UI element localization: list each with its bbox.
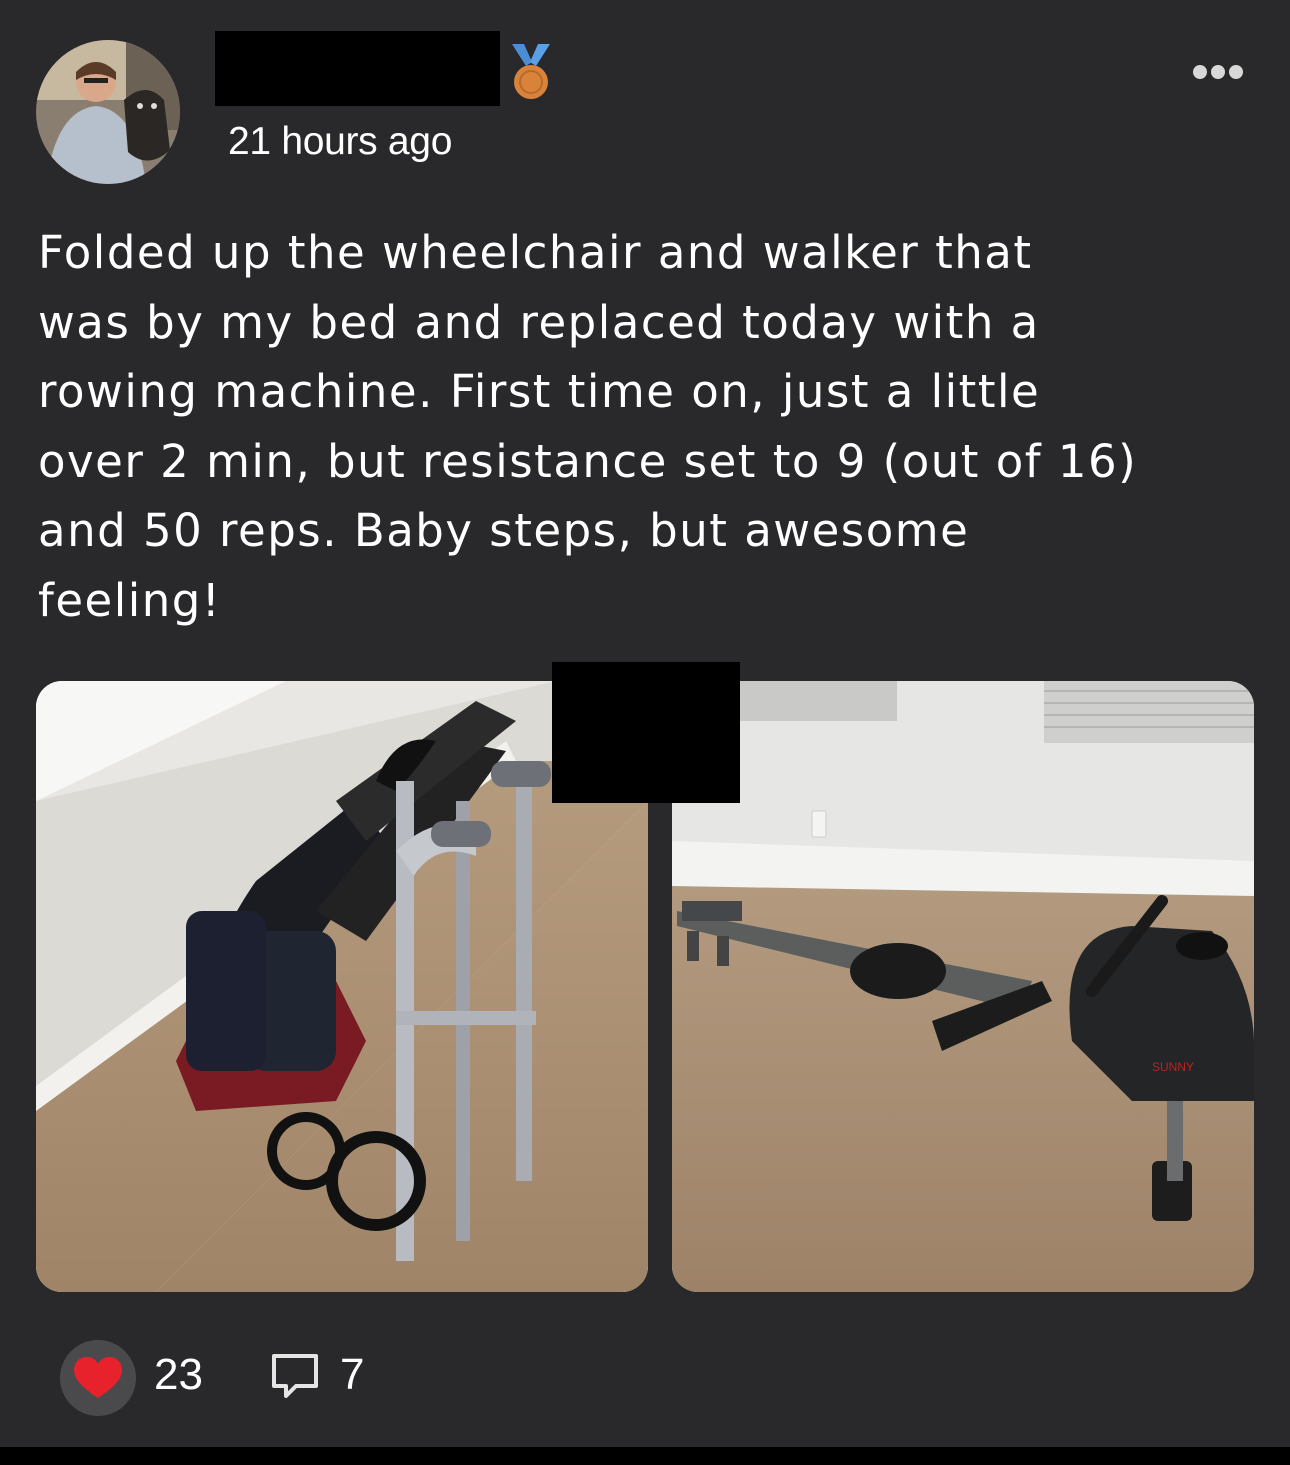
- post-text-line: feeling!: [38, 573, 222, 627]
- post-text-line: over 2 min, but resistance set to 9 (out…: [38, 434, 1138, 488]
- heart-icon: [74, 1357, 122, 1398]
- comment-button[interactable]: [270, 1352, 320, 1402]
- post-timestamp: 21 hours ago: [228, 120, 453, 163]
- more-options-button[interactable]: [1188, 60, 1248, 84]
- brand-logo: SUNNY: [1152, 1060, 1194, 1074]
- post-text-line: Folded up the wheelchair and walker that: [38, 226, 1033, 279]
- post-text-line: rowing machine. First time on, just a li…: [38, 365, 1041, 418]
- comment-count: 7: [340, 1350, 365, 1399]
- more-dots-icon: [1193, 65, 1243, 79]
- photo-rowing-machine[interactable]: SUNNY: [672, 681, 1254, 1292]
- like-count: 23: [154, 1350, 203, 1399]
- post-text-line: was by my bed and replaced today with a: [38, 295, 1040, 349]
- redacted-photo-area: [552, 662, 740, 803]
- like-button[interactable]: [60, 1340, 136, 1416]
- redacted-username: [215, 31, 500, 106]
- post-text-line: and 50 reps. Baby steps, but awesome: [38, 504, 970, 557]
- medal-icon: [508, 42, 554, 102]
- post-card: 21 hours ago Folded up the wheelchair an…: [0, 0, 1290, 1447]
- comment-icon: [272, 1354, 318, 1398]
- avatar[interactable]: [36, 40, 180, 184]
- post-body: Folded up the wheelchair and walker that…: [38, 218, 1258, 635]
